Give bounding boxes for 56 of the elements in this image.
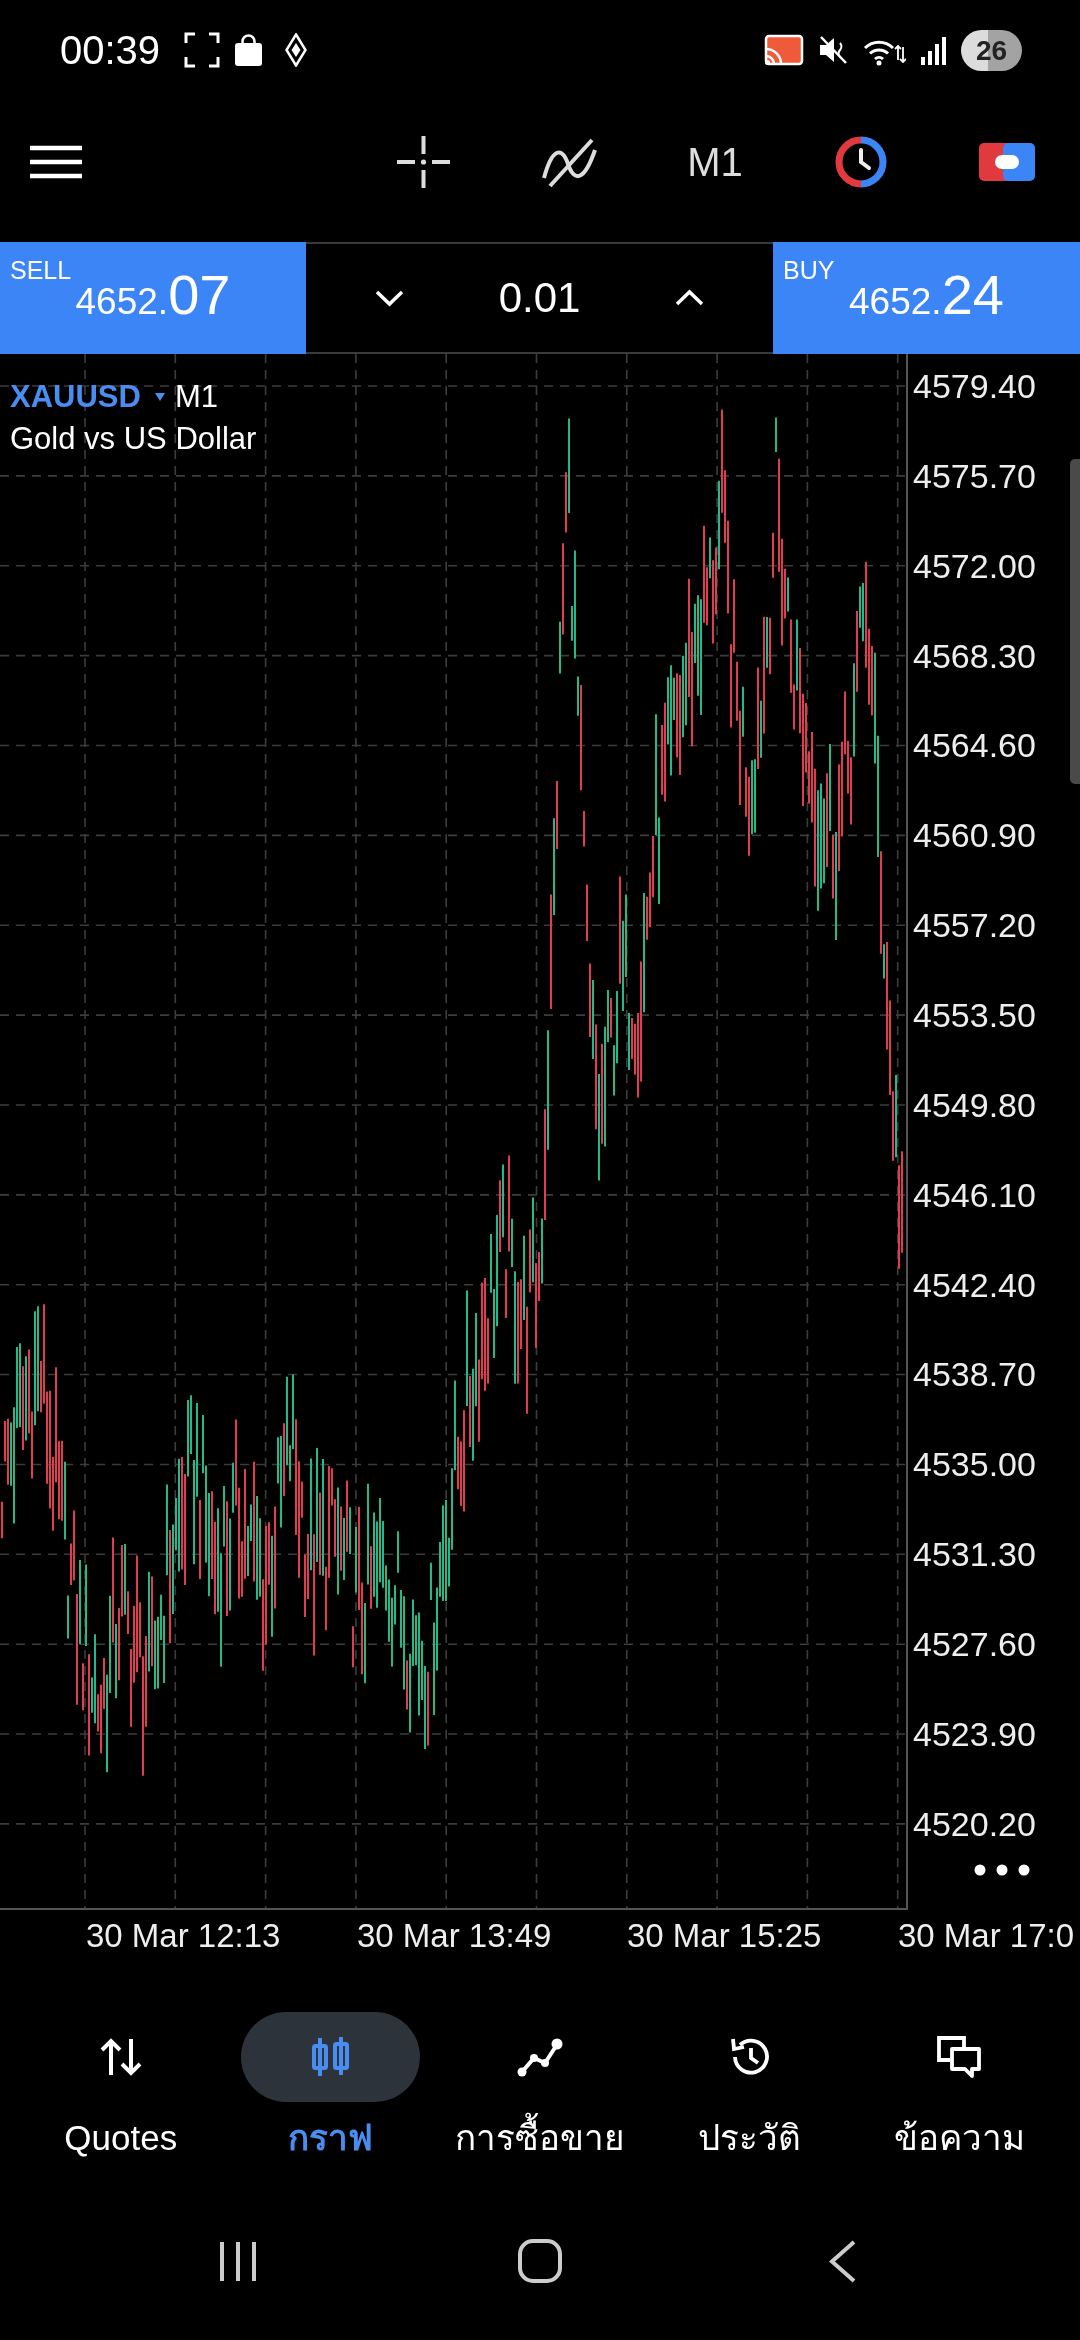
price-label: 4557.20 [913,905,1036,946]
diamond-icon [285,33,308,67]
sort-arrows-icon [98,2037,143,2077]
nav-tab[interactable]: กราฟ [225,2012,436,2160]
price-label: 4527.60 [913,1624,1036,1665]
symbol-name[interactable]: XAUUSD [10,379,141,415]
nav-tab[interactable]: ประวัติ [644,2012,855,2160]
price-label: 4572.00 [913,545,1036,586]
curve-indicator-icon[interactable] [539,136,599,188]
chat-bubbles-icon [936,2035,983,2079]
price-label: 4564.60 [913,725,1036,766]
timeframe-button[interactable]: M1 [687,139,743,185]
sell-button[interactable]: SELL 4652.07 [0,242,306,354]
price-label: 4542.40 [913,1264,1036,1305]
price-label: 4523.90 [913,1713,1036,1754]
nav-tab[interactable]: ข้อความ [854,2012,1064,2160]
nav-tab[interactable]: Quotes [16,2012,226,2160]
price-label: 4546.10 [913,1174,1036,1215]
line-chart-icon [517,2037,563,2077]
menu-icon[interactable] [30,145,82,179]
clock-icon[interactable] [835,136,887,188]
time-label: 30 Mar 17:0 [898,1916,1075,1956]
nav-tab[interactable]: การซื้อขาย [435,2012,645,2160]
screenshot-frame-icon [184,32,221,68]
mute-icon [818,34,849,66]
price-label: 4579.40 [913,366,1036,406]
price-label: 4531.30 [913,1534,1036,1575]
crosshair-icon[interactable] [394,134,452,190]
trade-toggle-icon[interactable] [978,142,1036,182]
price-label: 4520.20 [913,1803,1036,1844]
price-label: 4560.90 [913,815,1036,856]
chevron-down-icon[interactable] [374,289,405,307]
price-label: 4568.30 [913,635,1036,676]
cast-icon [764,34,804,66]
volume-field[interactable]: 0.01 [498,273,581,323]
timeframe-label: M1 [174,379,218,415]
price-label: 4575.70 [913,455,1036,496]
buy-button[interactable]: BUY 4652.24 [773,242,1080,354]
price-label: 4553.50 [913,995,1036,1035]
more-icon[interactable] [974,1863,1030,1876]
signal-icon [920,35,947,65]
home-icon[interactable] [517,2238,563,2284]
time-label: 30 Mar 15:25 [627,1916,822,1956]
scroll-bar[interactable] [1070,459,1080,784]
price-label: 4535.00 [913,1444,1036,1485]
caret-icon[interactable] [154,393,165,401]
time-label: 30 Mar 13:49 [357,1916,552,1956]
back-icon[interactable] [826,2238,858,2284]
price-label: 4538.70 [913,1354,1036,1395]
battery-level: 26 [961,29,1022,71]
symbol-description: Gold vs US Dollar [10,421,257,457]
chevron-up-icon[interactable] [674,289,705,307]
clock-time: 00:39 [60,27,161,74]
shopping-bag-icon [233,33,265,67]
time-label: 30 Mar 12:13 [86,1916,281,1956]
price-label: 4549.80 [913,1084,1036,1125]
